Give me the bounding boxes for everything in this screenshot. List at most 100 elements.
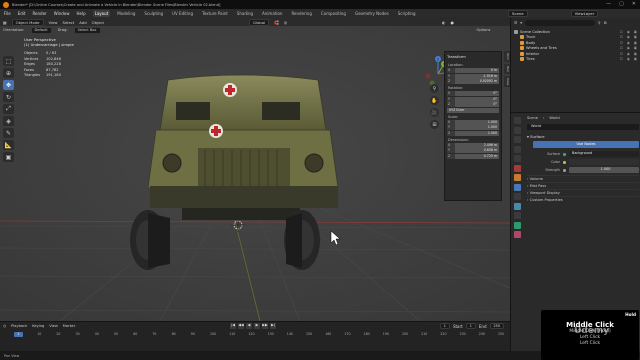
frame-ruler[interactable]: 0102030405060708090100110120130140150160… [0, 332, 510, 338]
rotate-tool-icon[interactable]: ↻ [3, 92, 14, 102]
viewport-menu-view[interactable]: View [49, 20, 58, 25]
viewport-menu-add[interactable]: Add [79, 20, 86, 25]
jump-start-button[interactable]: |◀ [230, 323, 236, 329]
zoom-icon[interactable]: ⚲ [430, 84, 439, 93]
scale-z-field[interactable]: Z 1.000 [447, 130, 499, 136]
annotate-tool-icon[interactable]: ✎ [3, 128, 14, 138]
object-mode-dropdown[interactable]: Object Mode [11, 18, 44, 26]
play-reverse-button[interactable]: ◀ [246, 323, 252, 329]
workspace-tab-uv-editing[interactable]: UV Editing [170, 10, 195, 17]
eye-icon[interactable]: ◉ [627, 52, 630, 56]
checkbox-icon[interactable]: ☑ [620, 52, 623, 56]
particles-tab-icon[interactable] [514, 193, 521, 200]
transform-orientation-dropdown[interactable]: Global [248, 18, 270, 26]
viewport-shading-icon[interactable]: ● [451, 20, 454, 25]
camera-icon[interactable]: ▣ [634, 41, 637, 45]
surface-shader-field[interactable]: Background [569, 151, 639, 157]
transform-panel-title[interactable]: Transform [447, 54, 499, 59]
output-tab-icon[interactable] [514, 136, 521, 143]
location-z-field[interactable]: Z 0.92092 m [447, 79, 499, 84]
camera-view-icon[interactable]: 🎥 [430, 108, 439, 117]
timeline-menu-keying[interactable]: Keying [32, 324, 44, 328]
close-button[interactable]: ✕ [632, 1, 636, 7]
custom-properties-panel-header[interactable]: › Custom Properties [527, 196, 639, 203]
scale-tool-icon[interactable]: ⤢ [3, 104, 14, 114]
select-box-tool-icon[interactable]: ⬚ [3, 56, 14, 66]
workspace-tab-texture-paint[interactable]: Texture Paint [200, 10, 230, 17]
color-swatch[interactable] [569, 159, 639, 165]
rotation-z-field[interactable]: Z 0° [447, 102, 499, 107]
add-cube-tool-icon[interactable]: ▣ [3, 152, 14, 162]
location-x-field[interactable]: X0 m [447, 68, 499, 73]
eye-icon[interactable]: ◉ [627, 35, 630, 39]
menu-edit[interactable]: Edit [18, 11, 26, 16]
dimensions-y-field[interactable]: Y 0.608 m [447, 148, 499, 153]
cursor-tool-icon[interactable]: ⊕ [3, 68, 14, 78]
workspace-tab-geometry-nodes[interactable]: Geometry Nodes [353, 10, 391, 17]
modifier-tab-icon[interactable] [514, 183, 521, 191]
viewport-display-panel-header[interactable]: › Viewport Display [527, 189, 639, 196]
checkbox-icon[interactable]: ☑ [620, 57, 623, 61]
jump-end-button[interactable]: ▶| [270, 323, 276, 329]
transform-tool-icon[interactable]: ◈ [3, 116, 14, 126]
pan-hand-icon[interactable]: ✋ [430, 96, 439, 105]
workspace-tab-shading[interactable]: Shading [235, 10, 255, 17]
dimensions-z-field[interactable]: Z 0.725 m [447, 153, 499, 159]
location-y-field[interactable]: Y -1.916 m [447, 73, 499, 79]
menu-help[interactable]: Help [76, 11, 85, 16]
volume-panel-header[interactable]: › Volume [527, 175, 639, 182]
start-frame-field[interactable]: 1 [465, 323, 476, 329]
timeline-menu-view[interactable]: View [49, 324, 58, 328]
workspace-tab-scripting[interactable]: Scripting [396, 10, 418, 17]
outliner-search-input[interactable] [525, 20, 596, 26]
timeline-editor-icon[interactable]: ◷ [3, 324, 6, 328]
minimize-button[interactable]: — [606, 1, 611, 7]
camera-icon[interactable]: ▣ [634, 57, 637, 61]
eye-icon[interactable]: ◉ [627, 30, 630, 34]
new-collection-icon[interactable]: ⊞ [604, 21, 607, 25]
camera-icon[interactable]: ▣ [634, 52, 637, 56]
timeline-editor[interactable]: ◷ Playback Keying View Marker |◀ ◀◀ ◀ ▶ … [0, 321, 510, 351]
physics-tab-icon[interactable] [514, 202, 521, 210]
menu-window[interactable]: Window [54, 11, 70, 16]
eye-icon[interactable]: ◉ [627, 41, 630, 45]
orientation-dropdown[interactable]: Default [30, 26, 52, 34]
drag-dropdown[interactable]: Select Box [73, 26, 101, 34]
camera-icon[interactable]: ▣ [634, 46, 637, 50]
viewport-overlays-icon[interactable]: ◐ [442, 20, 445, 25]
rotation-mode-dropdown[interactable]: XYZ Euler [447, 107, 499, 113]
options-dropdown[interactable]: Options [477, 28, 491, 32]
object-tab-icon[interactable] [514, 174, 521, 181]
constraints-tab-icon[interactable] [514, 212, 521, 219]
current-frame-field[interactable]: 1 [439, 323, 450, 329]
scene-tab-icon[interactable] [514, 155, 521, 162]
workspace-tab-sculpting[interactable]: Sculpting [142, 10, 165, 17]
checkbox-icon[interactable]: ☑ [620, 30, 623, 34]
checkbox-icon[interactable]: ☑ [620, 46, 623, 50]
next-keyframe-button[interactable]: ▶▶ [262, 323, 268, 329]
workspace-tab-animation[interactable]: Animation [260, 10, 284, 17]
display-mode-icon[interactable]: ▾ [520, 21, 522, 25]
menu-file[interactable]: File [4, 11, 11, 16]
render-tab-icon[interactable] [514, 126, 521, 134]
play-button[interactable]: ▶ [254, 323, 260, 329]
scale-y-field[interactable]: Y 1.000 [447, 125, 499, 130]
surface-panel-header[interactable]: ▾ Surface [527, 134, 639, 139]
tool-tab-icon[interactable] [514, 117, 521, 124]
measure-tool-icon[interactable]: 📐 [3, 140, 14, 150]
outliner-editor-icon[interactable]: ☰ [514, 21, 517, 25]
end-frame-field[interactable]: 250 [489, 323, 504, 329]
eye-icon[interactable]: ◉ [627, 46, 630, 50]
prev-keyframe-button[interactable]: ◀◀ [238, 323, 244, 329]
editor-type-icon[interactable]: ▦ [3, 20, 7, 25]
view-layer-selector[interactable]: ViewLayer [570, 10, 599, 17]
camera-icon[interactable]: ▣ [634, 30, 637, 34]
checkbox-icon[interactable]: ☑ [620, 35, 623, 39]
scale-x-field[interactable]: X 1.000 [447, 119, 499, 125]
snap-icon[interactable]: 🧲 [274, 20, 279, 25]
dimensions-x-field[interactable]: X 2.496 m [447, 142, 499, 148]
data-tab-icon[interactable] [514, 221, 521, 229]
perspective-grid-icon[interactable]: ⊞ [430, 120, 439, 129]
workspace-tab-compositing[interactable]: Compositing [319, 10, 348, 17]
filter-icon[interactable]: ⚲ [598, 21, 601, 25]
